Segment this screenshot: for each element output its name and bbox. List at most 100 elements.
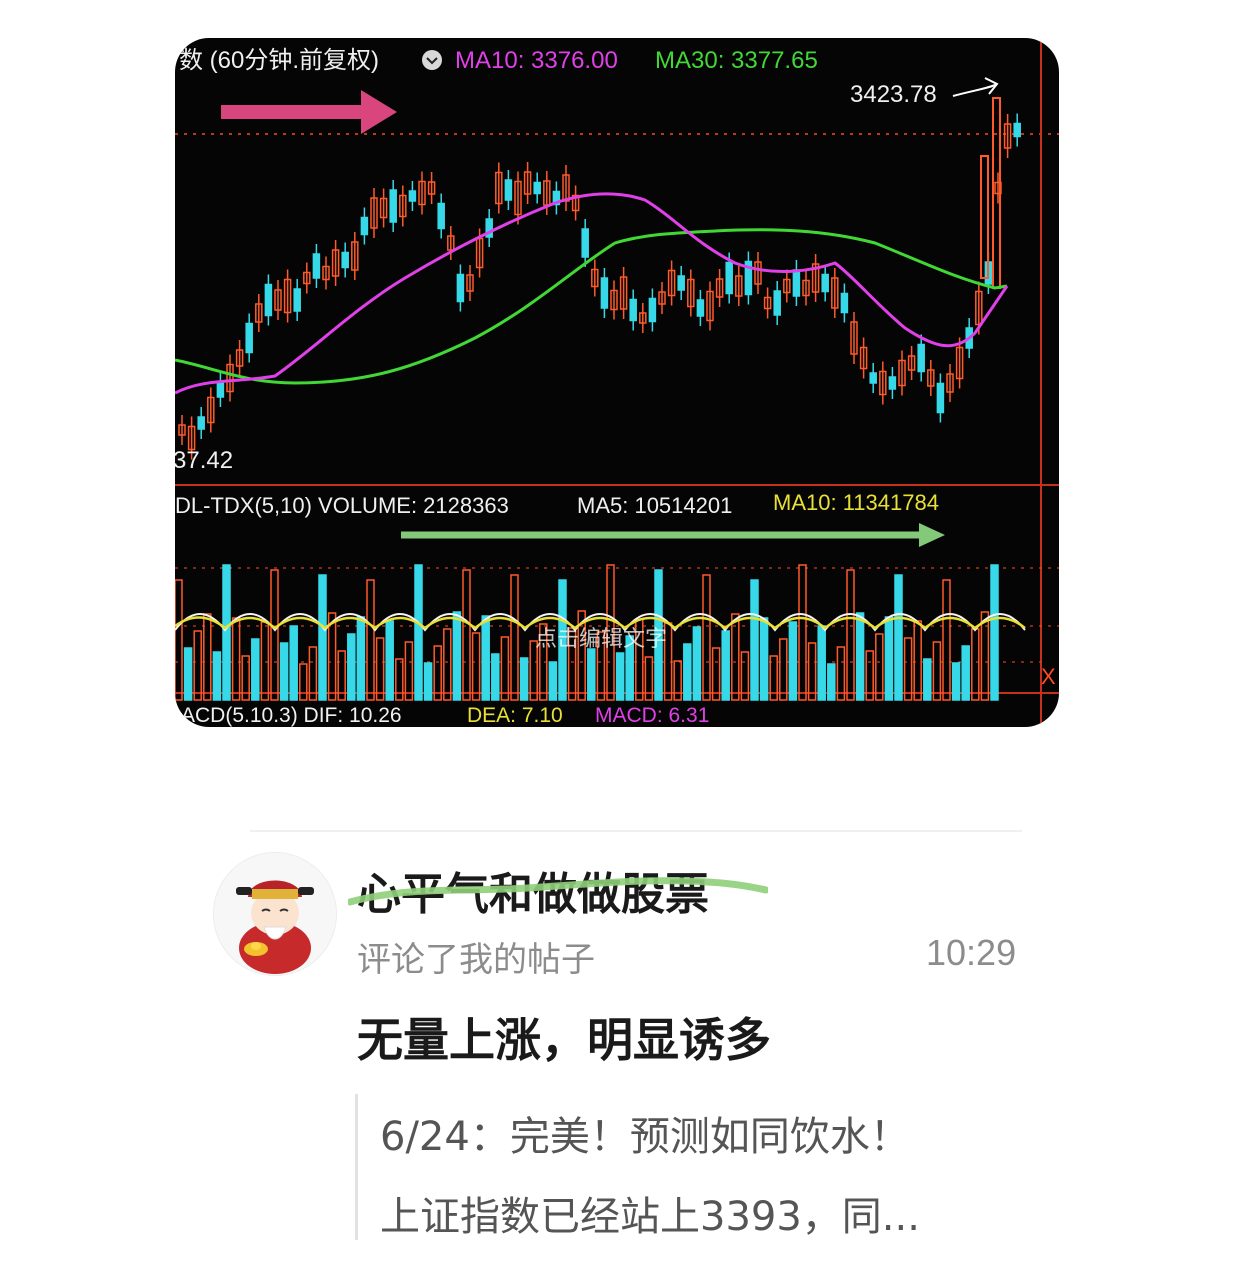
volume-bar: [251, 638, 260, 701]
volume-ma5-label: MA5: 10514201: [577, 493, 732, 518]
candle-body: [581, 228, 589, 258]
volume-bar: [846, 569, 855, 701]
volume-bar: [923, 658, 932, 701]
candle-body: [888, 376, 897, 390]
volume-bar: [817, 625, 826, 701]
volume-bar: [366, 579, 375, 701]
volume-bar: [433, 645, 442, 701]
dropdown-icon[interactable]: [422, 50, 442, 70]
volume-bar: [183, 647, 193, 701]
volume-bar: [270, 569, 279, 701]
username[interactable]: 心平气和做做股票: [357, 858, 709, 922]
volume-bar: [299, 663, 308, 701]
volume-bar: [414, 564, 423, 701]
candle-body: [648, 297, 657, 323]
volume-bar: [462, 569, 471, 701]
candle-body: [917, 343, 925, 373]
volume-bar: [318, 574, 327, 701]
candle-body: [629, 298, 637, 322]
volume-bar: [231, 617, 241, 701]
macd-dea-label: DEA: 7.10: [467, 704, 563, 727]
candle-body: [677, 275, 685, 291]
volume-bar: [827, 663, 836, 701]
ma30-label: MA30: 3377.65: [655, 47, 818, 74]
volume-bar: [212, 651, 222, 701]
volume-bar: [673, 660, 682, 701]
volume-bar: [894, 574, 903, 701]
macd-value-label: MACD: 6.31: [595, 704, 709, 727]
volume-bar: [471, 632, 481, 701]
candle-body: [312, 253, 321, 279]
volume-bar: [193, 630, 202, 701]
candle-body: [456, 273, 465, 303]
volume-indicator-label: DL-TDX(5,10) VOLUME: 2128363: [175, 493, 509, 518]
volume-bar: [788, 621, 798, 701]
candle-body: [821, 273, 829, 293]
volume-bar: [990, 564, 999, 701]
section-divider: [250, 830, 1022, 832]
volume-bar: [203, 613, 212, 701]
candle-body: [696, 299, 705, 317]
candle-body: [245, 322, 253, 354]
candlestick-series: [178, 97, 1021, 460]
volume-ma10-label: MA10: 11341784: [773, 490, 939, 515]
volume-bar: [289, 625, 298, 701]
volume-bar: [423, 662, 433, 701]
candle-body: [533, 181, 541, 195]
candle-body: [197, 416, 205, 430]
user-avatar[interactable]: [213, 852, 337, 976]
volume-bar: [750, 579, 759, 701]
volume-bar: [385, 620, 394, 701]
macd-name-label: ACD(5.10.3) DIF: 10.26: [181, 704, 402, 727]
volume-bar: [175, 579, 183, 701]
volume-bar: [279, 642, 289, 701]
volume-bar: [452, 611, 462, 701]
volume-bar: [615, 652, 625, 701]
volume-bar: [702, 574, 711, 701]
volume-bar: [404, 641, 414, 701]
volume-bar: [347, 633, 356, 701]
action-text: 评论了我的帖子: [357, 940, 595, 980]
low-price-label: 37.42: [175, 447, 233, 474]
comment-text[interactable]: 无量上涨，明显诱多: [357, 1004, 771, 1070]
quoted-post-line1[interactable]: 6/24：完美！预测如同饮水！: [380, 1104, 910, 1162]
candle-body: [293, 288, 301, 312]
candle-body: [600, 277, 609, 309]
high-pointer-icon: [952, 83, 998, 97]
candle-body: [437, 202, 445, 230]
volume-bar: [222, 564, 231, 701]
edit-text-overlay[interactable]: 点击编辑文字: [535, 627, 667, 652]
candle-body: [216, 382, 225, 398]
volume-bar: [971, 628, 980, 701]
volume-bar: [692, 626, 702, 701]
timestamp: 10:29: [926, 932, 1017, 973]
volume-bar: [932, 641, 942, 701]
volume-bar: [913, 620, 922, 701]
candle-body: [1013, 122, 1021, 138]
volume-bar: [683, 643, 692, 701]
volume-bar: [500, 636, 510, 701]
volume-bar: [942, 579, 951, 701]
volume-bar: [481, 615, 490, 701]
volume-bar: [721, 630, 730, 701]
candle-body: [725, 261, 733, 295]
volume-arrow-icon: [401, 523, 945, 547]
volume-bar: [798, 564, 807, 701]
quoted-post-line2[interactable]: 上证指数已经站上3393，同...: [380, 1184, 920, 1242]
ma10-label: MA10: 3376.00: [455, 47, 618, 74]
close-mark-icon[interactable]: X: [1041, 664, 1056, 689]
volume-bar: [356, 616, 366, 701]
volume-bar: [961, 645, 970, 701]
candle-body: [360, 216, 369, 236]
candle-body: [980, 155, 989, 279]
volume-bar: [375, 637, 385, 701]
candle-body: [869, 372, 877, 384]
candle-body: [264, 283, 273, 317]
stock-chart-photo[interactable]: 数 (60分钟.前复权) MA10: 3376.00 MA30: 3377.65…: [175, 38, 1059, 727]
candle-body: [341, 251, 349, 269]
volume-bar: [443, 628, 452, 701]
volume-bar: [510, 574, 519, 701]
high-price-label: 3423.78: [850, 81, 937, 108]
candle-body: [936, 382, 945, 414]
candle-body: [792, 269, 801, 297]
